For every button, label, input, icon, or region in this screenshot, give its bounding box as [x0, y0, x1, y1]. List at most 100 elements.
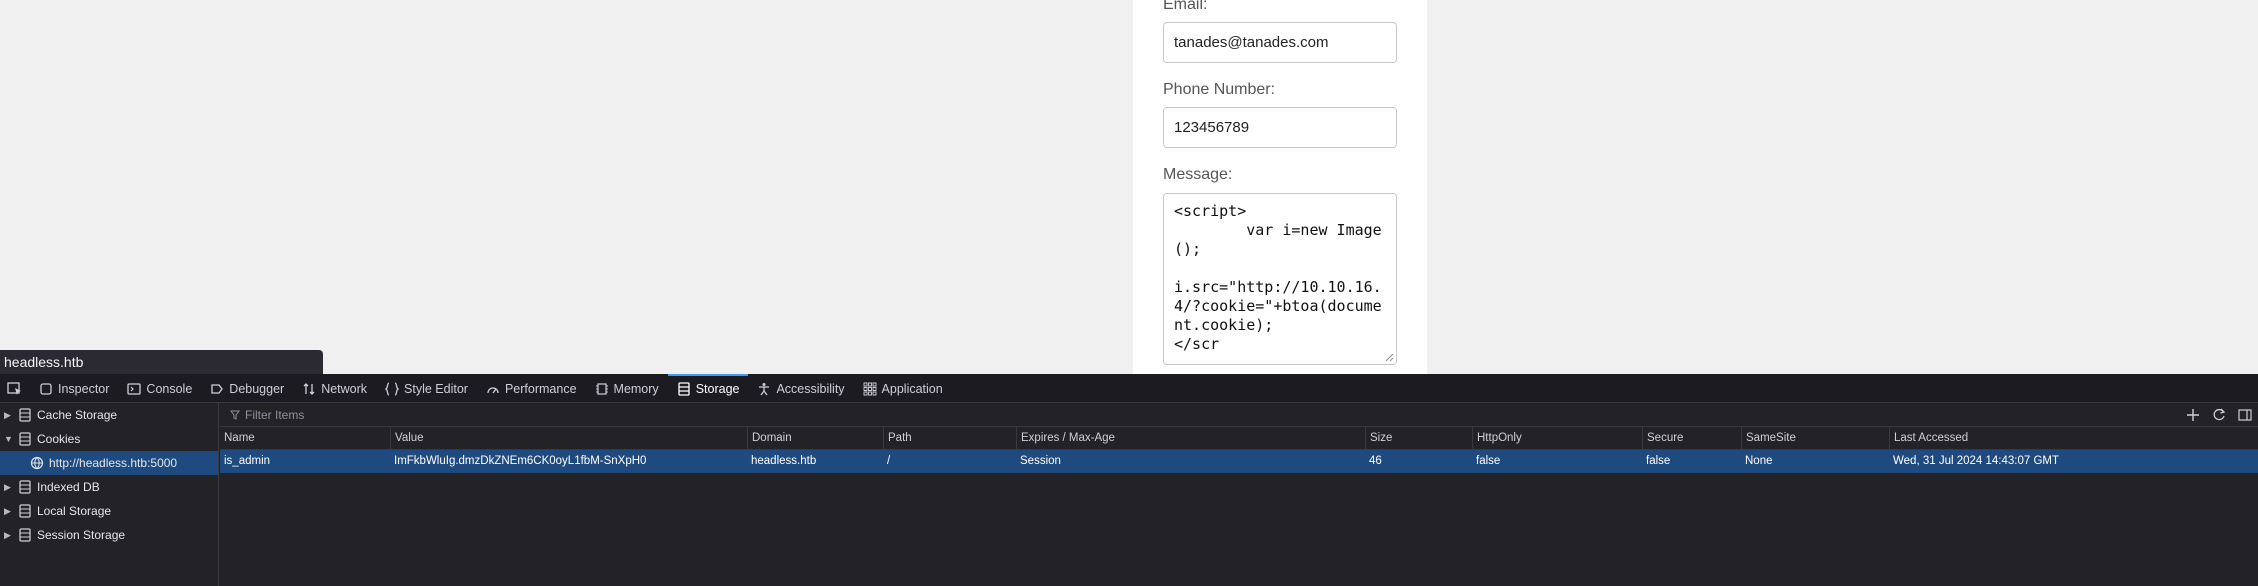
tree-item-local-storage[interactable]: ▶ Local Storage [0, 499, 218, 523]
tab-console[interactable]: Console [118, 374, 201, 403]
tab-debugger[interactable]: Debugger [201, 374, 293, 403]
tab-label: Debugger [229, 381, 285, 396]
tab-network[interactable]: Network [293, 374, 376, 403]
storage-db-icon [19, 432, 31, 446]
tab-label: Performance [504, 381, 577, 396]
table-cell: Wed, 31 Jul 2024 14:43:07 GMT [1893, 455, 2059, 467]
phone-label: Phone Number: [1163, 81, 1276, 98]
chevron-right-icon[interactable]: ▶ [4, 482, 14, 493]
column-header[interactable]: Path [883, 427, 1016, 450]
tree-item-session-storage[interactable]: ▶ Session Storage [0, 523, 218, 547]
table-cell: ImFkbWluIg.dmzDkZNEm6CK0oyL1fbM-SnXpH0 [394, 455, 647, 467]
filter-icon [230, 410, 240, 420]
chevron-down-icon[interactable]: ▼ [4, 434, 14, 444]
tab-label: Console [146, 381, 193, 396]
tree-item-cache-storage[interactable]: ▶ Cache Storage [0, 403, 218, 427]
message-textarea[interactable]: <script> var i=new Image(); i.src="http:… [1163, 193, 1397, 365]
table-cell: false [1476, 455, 1501, 467]
phone-field[interactable]: 123456789 [1163, 107, 1397, 148]
table-cell: is_admin [224, 455, 271, 467]
tab-label: Storage [695, 381, 740, 396]
table-cell: 46 [1369, 455, 1382, 467]
storage-content: Filter Items Name Value Domain Path Expires … [220, 403, 2258, 586]
storage-icon [678, 381, 690, 396]
tab-label: Inspector [58, 381, 110, 396]
column-header[interactable]: Domain [747, 427, 883, 450]
accessibility-icon [759, 382, 770, 395]
storage-db-icon [19, 480, 31, 494]
email-field[interactable]: tanades@tanades.com [1163, 22, 1397, 63]
tree-item-label: Indexed DB [37, 480, 100, 494]
element-picker-icon [7, 381, 21, 395]
tab-storage[interactable]: Storage [667, 374, 749, 403]
tab-accessibility[interactable]: Accessibility [748, 374, 853, 403]
tab-performance[interactable]: Performance [477, 374, 586, 403]
table-cell: Session [1020, 455, 1061, 467]
column-header[interactable]: Value [390, 427, 747, 450]
tree-item-label: Cache Storage [37, 408, 118, 422]
tab-label: Application [881, 381, 943, 396]
performance-icon [487, 386, 499, 393]
tab-style-editor[interactable]: Style Editor [376, 374, 477, 403]
column-header[interactable]: Secure [1642, 427, 1741, 450]
storage-db-icon [19, 528, 31, 542]
tab-inspector[interactable]: Inspector [30, 374, 118, 403]
tree-item-label: http://headless.htb:5000 [49, 456, 178, 470]
table-header: Name Value Domain Path Expires / Max-Age Size… [220, 427, 2258, 450]
contact-form: Email: tanades@tanades.com Phone Number:… [1133, 0, 1427, 374]
tab-application[interactable]: Application [854, 374, 952, 403]
tree-item-label: Session Storage [37, 528, 126, 542]
element-picker-button[interactable] [0, 374, 30, 403]
devtools-toolbar: Inspector Console Debugger Network Style Edi… [0, 374, 2258, 403]
tab-label: Network [321, 381, 368, 396]
column-header[interactable]: Size [1365, 427, 1472, 450]
storage-tree: ▶ Cache Storage ▼ Cookies http://headless.ht… [0, 403, 219, 586]
column-header[interactable]: Name [220, 427, 390, 450]
tab-label: Memory [613, 381, 659, 396]
filter-placeholder: Filter Items [245, 407, 305, 422]
link-status-url: headless.htb [0, 350, 323, 374]
network-icon [303, 382, 315, 395]
table-cell: / [887, 455, 891, 467]
message-label: Message: [1163, 166, 1233, 183]
table-cell: None [1745, 455, 1773, 467]
tree-item-http-headless-htb-5000[interactable]: http://headless.htb:5000 [0, 451, 218, 475]
add-item-icon[interactable] [2186, 408, 2200, 422]
tree-item-label: Cookies [37, 432, 81, 446]
console-icon [127, 382, 142, 395]
chevron-right-icon[interactable]: ▶ [4, 530, 14, 541]
filter-items-input[interactable]: Filter Items [230, 408, 1830, 422]
toggle-sidebar-icon[interactable] [2238, 408, 2252, 422]
cookie-table: Name Value Domain Path Expires / Max-Age Size… [220, 427, 2258, 473]
storage-db-icon [19, 504, 31, 518]
globe-icon [30, 456, 44, 470]
table-row[interactable]: is_admin ImFkbWluIg.dmzDkZNEm6CK0oyL1fbM-… [220, 450, 2258, 473]
devtools-panel: Inspector Console Debugger Network Style Edi… [0, 374, 2258, 586]
storage-db-icon [19, 408, 31, 422]
filter-bar: Filter Items [220, 403, 2258, 427]
page-viewport: Email: tanades@tanades.com Phone Number:… [0, 0, 2258, 374]
column-header[interactable]: Last Accessed [1889, 427, 2258, 450]
tree-item-indexed-db[interactable]: ▶ Indexed DB [0, 475, 218, 499]
column-header[interactable]: SameSite [1741, 427, 1889, 450]
tree-item-label: Local Storage [37, 504, 112, 518]
column-header[interactable]: Expires / Max-Age [1016, 427, 1365, 450]
table-cell: false [1646, 455, 1671, 467]
chevron-right-icon[interactable]: ▶ [4, 506, 14, 517]
email-label: Email: [1163, 0, 1208, 13]
resize-grip-icon[interactable] [1384, 352, 1394, 362]
memory-icon [595, 382, 608, 395]
style-editor-icon [385, 381, 400, 396]
refresh-icon[interactable] [2212, 408, 2226, 422]
tree-item-cookies[interactable]: ▼ Cookies [0, 427, 218, 451]
inspector-icon [40, 382, 52, 395]
application-icon [863, 382, 876, 395]
tab-label: Style Editor [404, 381, 468, 396]
tab-memory[interactable]: Memory [586, 374, 668, 403]
chevron-right-icon[interactable]: ▶ [4, 410, 14, 421]
debugger-icon [211, 383, 224, 394]
message-text: <script> var i=new Image(); i.src="http:… [1174, 202, 1382, 353]
column-header[interactable]: HttpOnly [1472, 427, 1642, 450]
tab-label: Accessibility [776, 381, 845, 396]
table-cell: headless.htb [751, 455, 817, 467]
